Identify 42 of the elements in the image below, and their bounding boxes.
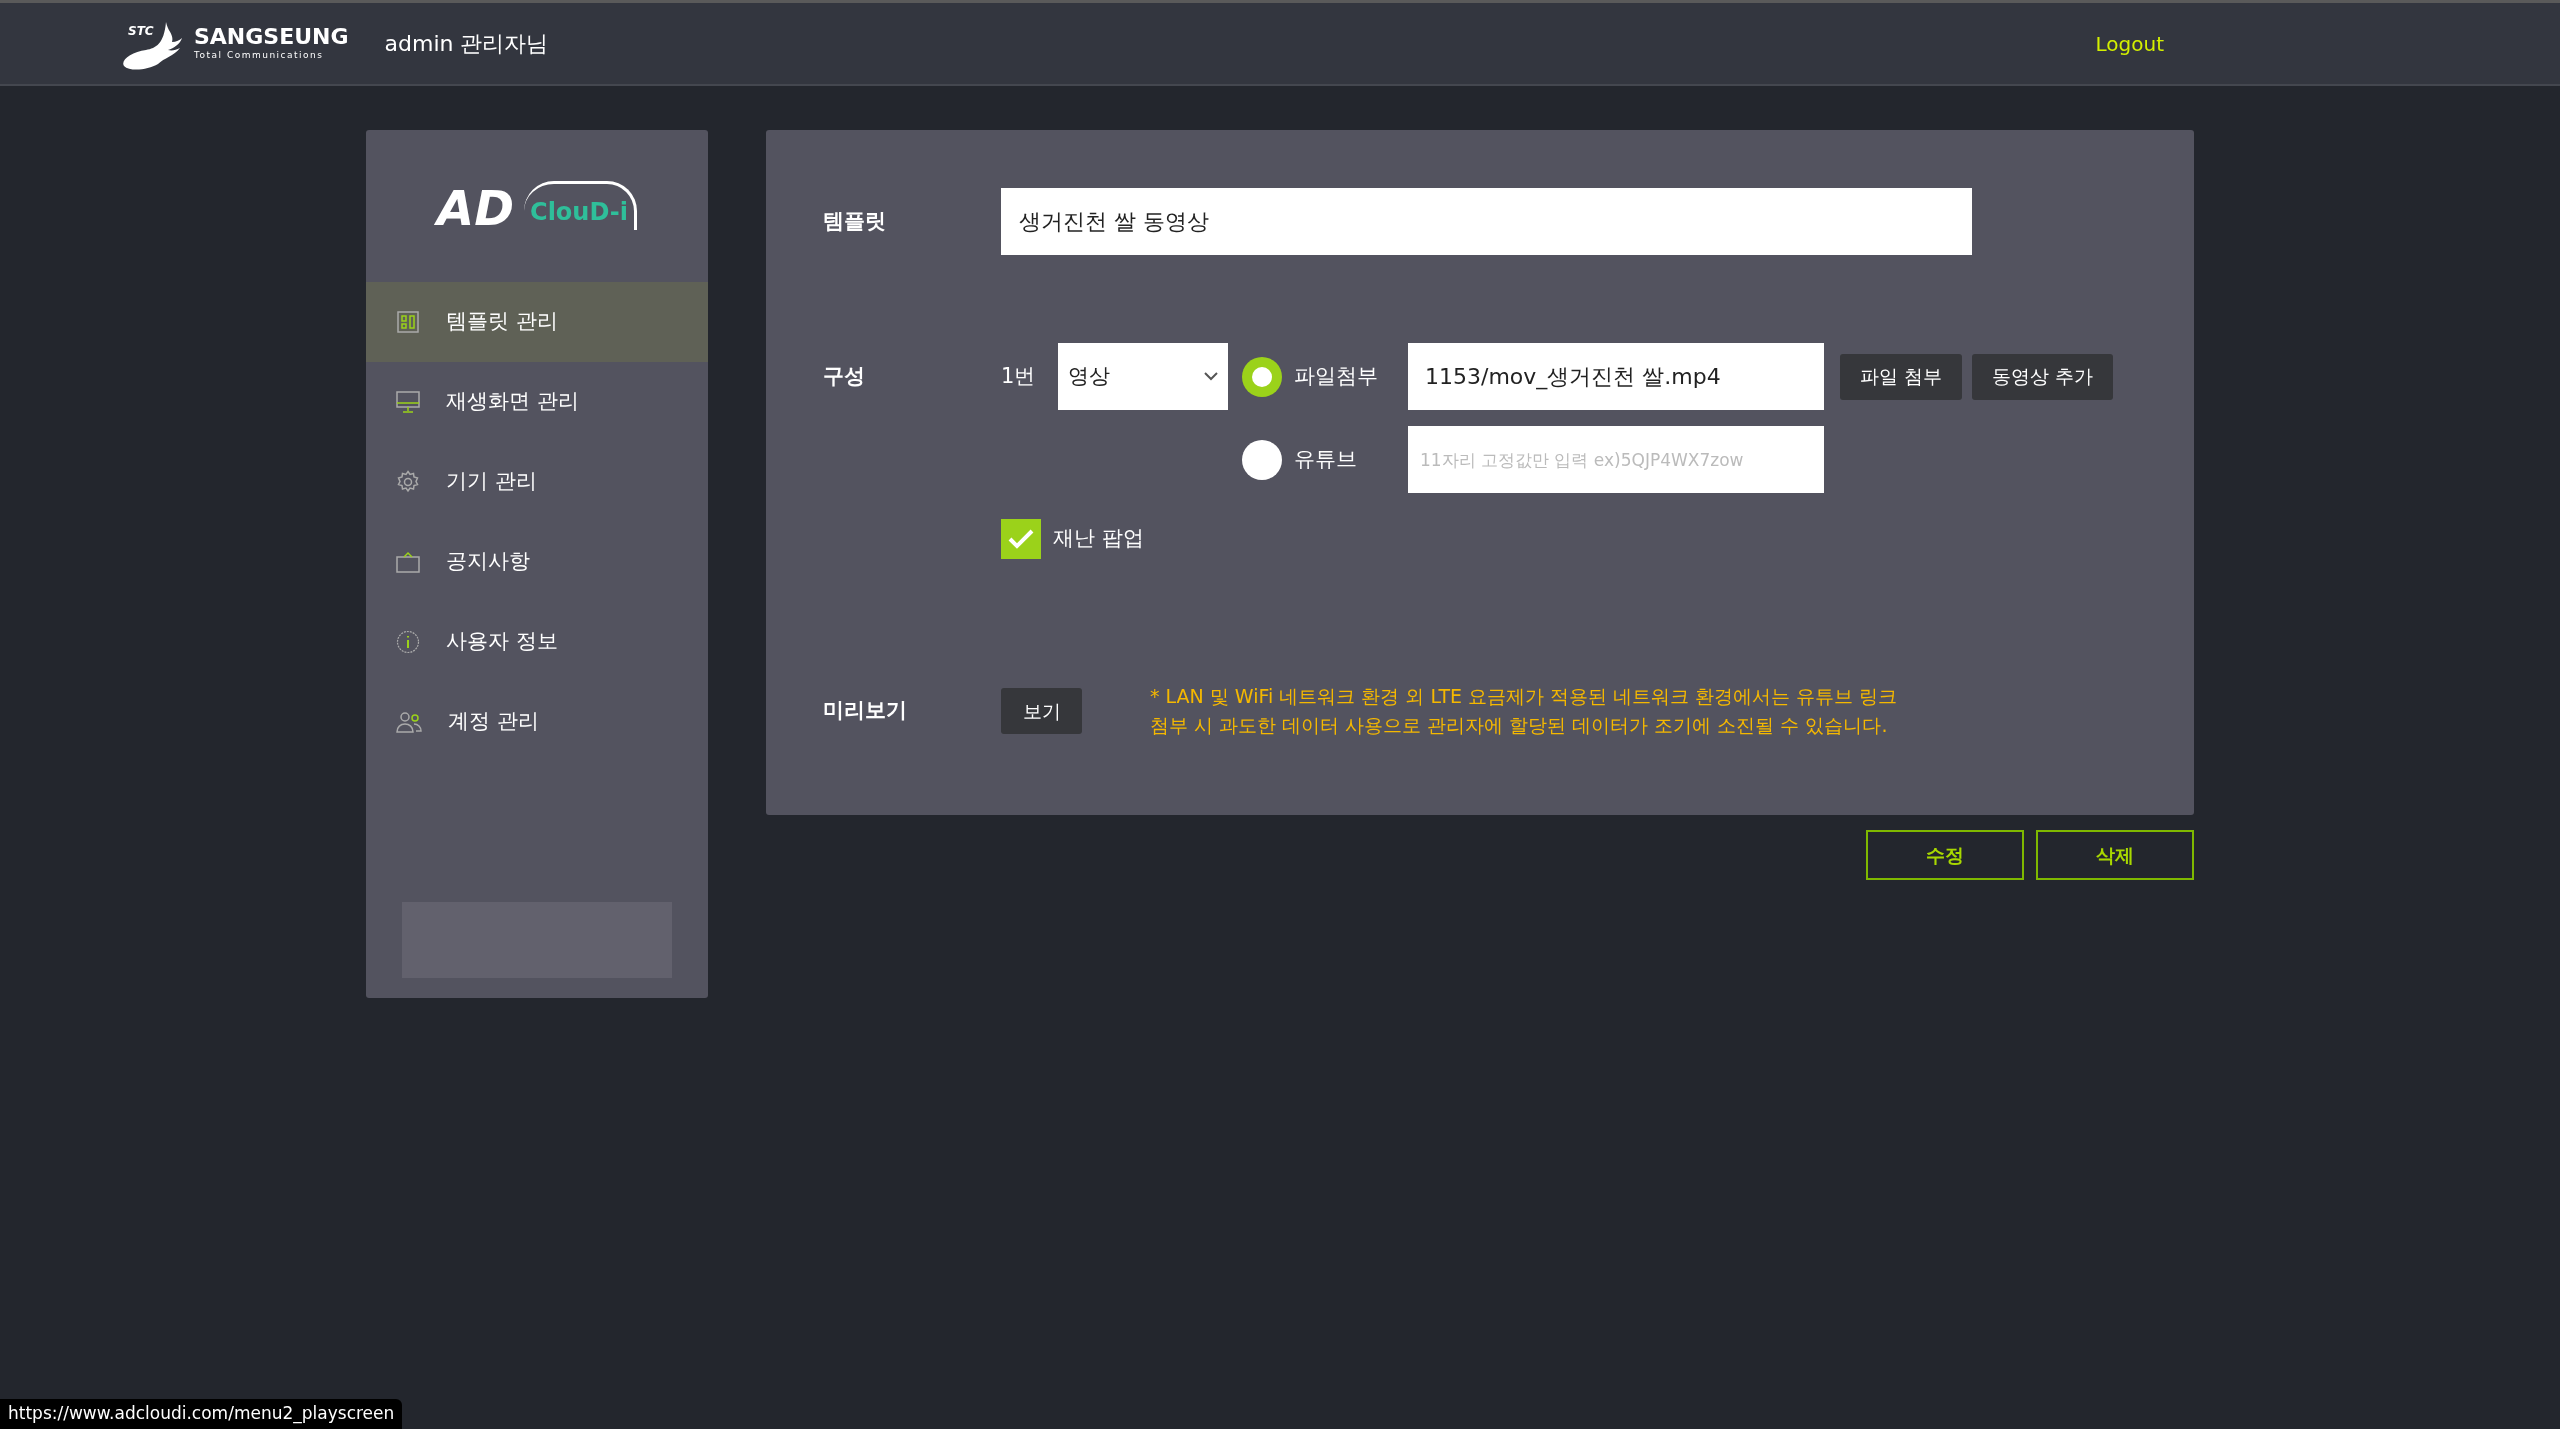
sidebar-item[interactable]: 재생화면 관리 xyxy=(366,362,708,442)
monitor-icon xyxy=(396,390,420,414)
status-url: https://www.adcloudi.com/menu2_playscreen xyxy=(0,1399,403,1429)
sidebar-item[interactable]: 템플릿 관리 xyxy=(366,282,708,362)
users-icon xyxy=(396,711,422,733)
field-label: 템플릿 xyxy=(823,207,887,235)
action-button[interactable]: 수정 xyxy=(1866,830,2024,880)
file-path-field[interactable]: 1153/mov_생거진천 쌀.mp4 xyxy=(1408,343,1824,410)
sidebar-item[interactable]: 계정 관리 xyxy=(366,682,708,762)
action-button[interactable]: 삭제 xyxy=(2036,830,2194,880)
type-select[interactable]: 영상 xyxy=(1058,343,1228,410)
sidebar-item[interactable]: 공지사항 xyxy=(366,522,708,602)
sidebar-item[interactable]: 기기 관리 xyxy=(366,442,708,522)
radio-label: 파일첨부 xyxy=(1294,362,1379,390)
youtube-id-field[interactable]: 11자리 고정값만 입력 ex)5QJP4WX7zow xyxy=(1408,426,1824,493)
logo-name: SANGSEUNG xyxy=(194,24,349,49)
radio-label: 유튜브 xyxy=(1294,445,1358,473)
template-name-field[interactable]: 생거진천 쌀 동영상 xyxy=(1001,188,1972,255)
check-icon xyxy=(1008,529,1034,549)
radio-button[interactable] xyxy=(1242,439,1282,480)
adcloud-logo: AD ClouD-i xyxy=(366,130,708,282)
checkbox-label: 재난 팝업 xyxy=(1053,525,1144,553)
user-greeting: admin 관리자님 xyxy=(384,30,549,58)
field-label: 구성 xyxy=(823,362,866,390)
logo-tagline: Total Communications xyxy=(194,48,325,62)
notice-text: 첨부 시 과도한 데이터 사용으로 관리자에 할당된 데이터가 조기에 소진될 수 있습니다. xyxy=(1150,713,1889,738)
action-button[interactable]: 파일 첨부 xyxy=(1840,353,1963,400)
logo-mark: STC xyxy=(128,22,154,40)
logout-link[interactable]: Logout xyxy=(2095,28,2164,59)
gear-icon xyxy=(396,470,420,494)
sidebar-item[interactable]: 사용자 정보 xyxy=(366,602,708,682)
radio-button[interactable] xyxy=(1242,356,1282,397)
info-icon xyxy=(396,630,420,654)
briefcase-icon xyxy=(396,551,420,573)
item-number: 1번 xyxy=(1001,362,1037,390)
preview-button[interactable]: 보기 xyxy=(1001,688,1082,734)
checkbox[interactable] xyxy=(1001,519,1041,559)
template-icon xyxy=(396,310,420,334)
action-button[interactable]: 동영상 추가 xyxy=(1972,353,2114,400)
field-label: 미리보기 xyxy=(823,697,908,725)
notice-text: * LAN 및 WiFi 네트워크 환경 외 LTE 요금제가 적용된 네트워크 환경에서는 유튜브 링크 xyxy=(1150,684,1898,709)
chevron-down-icon xyxy=(1204,372,1218,381)
